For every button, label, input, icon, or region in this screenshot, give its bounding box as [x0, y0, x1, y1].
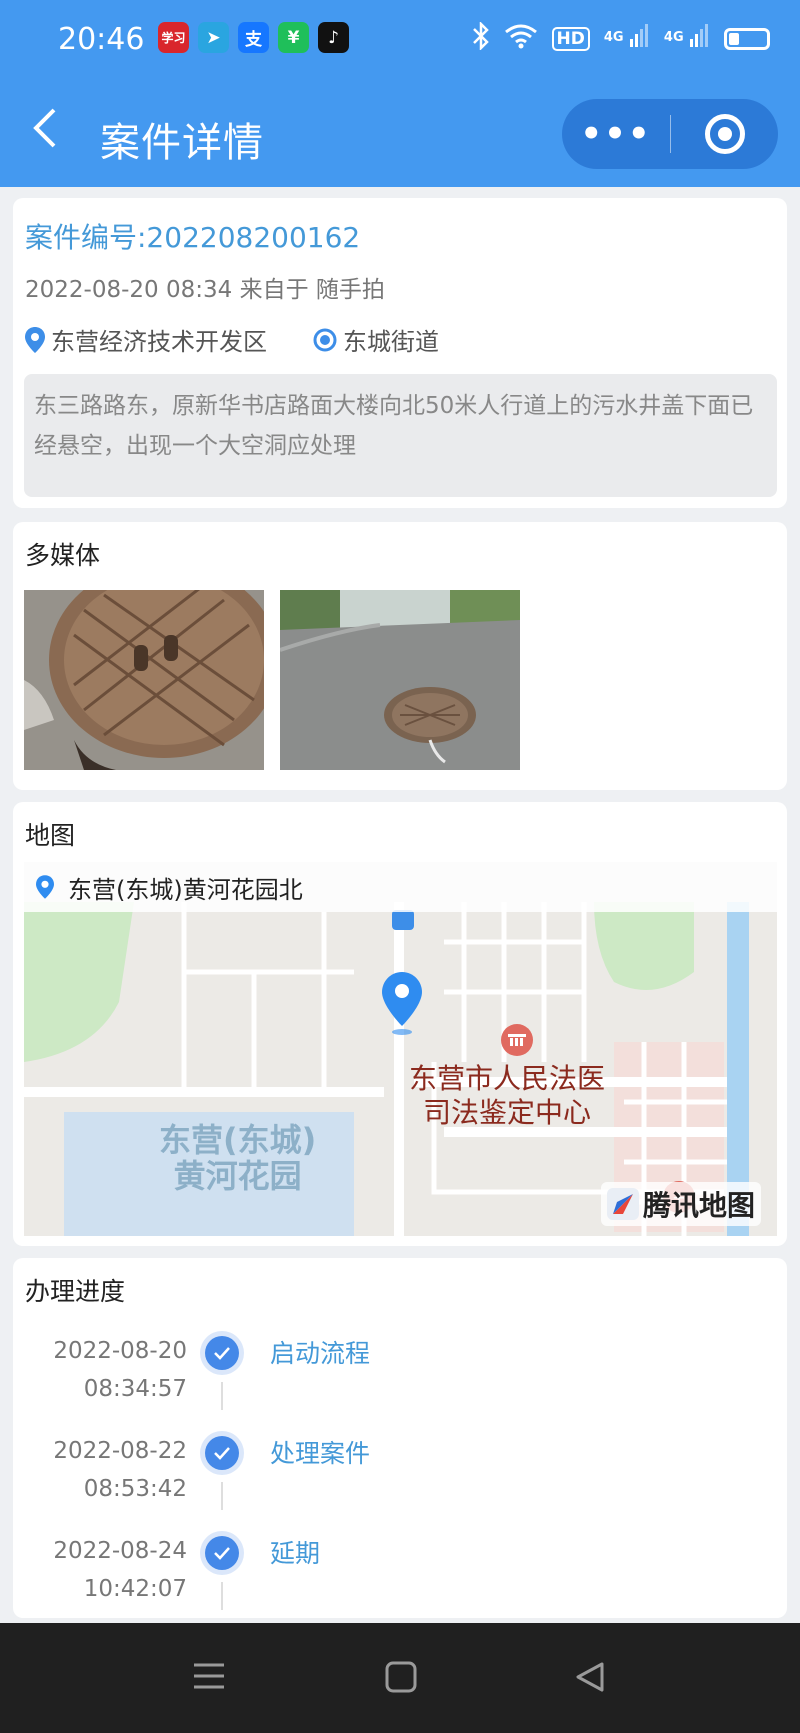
map-poi-label: 东营市人民法医 司法鉴定中心 — [409, 1062, 606, 1129]
district-tag: 东营经济技术开发区 — [25, 322, 267, 357]
step-datetime: 2022-08-22 08:53:42 — [53, 1438, 187, 1502]
case-info-card: 案件编号:202208200162 2022-08-20 08:34 来自于 随… — [13, 198, 787, 508]
photo-manhole-road[interactable] — [280, 590, 520, 770]
location-pin-icon — [25, 326, 45, 353]
wifi-icon — [504, 23, 538, 54]
page-title: 案件详情 — [100, 120, 264, 166]
system-navigation-bar — [0, 1623, 800, 1733]
signal-icon-2: 4G — [664, 23, 710, 54]
progress-step: 2022-08-24 10:42:07 延期 — [13, 1532, 787, 1632]
progress-title: 办理进度 — [25, 1277, 126, 1306]
close-miniprogram-icon[interactable] — [671, 114, 778, 154]
miniprogram-capsule: ••• — [562, 99, 778, 169]
media-card: 多媒体 — [13, 522, 787, 790]
step-label: 延期 — [270, 1539, 321, 1568]
location-row: 东营经济技术开发区 东城街道 — [25, 322, 439, 357]
progress-step: 2022-08-22 08:53:42 处理案件 — [13, 1432, 787, 1532]
step-datetime: 2022-08-24 10:42:07 — [53, 1538, 187, 1602]
tiktok-app-icon: ♪ — [318, 22, 349, 53]
signal-icon-1: 4G — [604, 23, 650, 54]
notification-app-icons: 学习 ➤ 支 ¥ ♪ — [158, 22, 349, 53]
progress-step: 2022-08-20 08:34:57 启动流程 — [13, 1332, 787, 1432]
map-graphic: + — [24, 862, 777, 1236]
back-nav-icon[interactable] — [575, 1661, 605, 1697]
location-target-icon — [313, 328, 337, 351]
map-card: 地图 东营(东城)黄河花园北 东营市人民法医 司法鉴定中心 东营(东城) 黄河花… — [13, 802, 787, 1246]
map-title: 地图 — [25, 821, 76, 850]
hd-voice-icon: HD — [551, 26, 590, 51]
case-number: 案件编号:202208200162 — [25, 221, 361, 254]
header: 20:46 学习 ➤ 支 ¥ ♪ HD 4G 4G 案件详情 ••• — [0, 0, 800, 187]
step-datetime: 2022-08-20 08:34:57 — [53, 1338, 187, 1402]
status-time: 20:46 — [58, 22, 145, 57]
alipay-app-icon: 支 — [238, 22, 269, 53]
bluetooth-icon — [472, 20, 490, 55]
step-label: 处理案件 — [270, 1439, 371, 1468]
check-icon — [205, 1536, 239, 1570]
map-view[interactable]: + 东营(东城)黄河花园北 东营市人民法医 司法鉴定中心 东营(东城) 黄河花园… — [24, 862, 777, 1236]
menu-icon[interactable] — [192, 1661, 226, 1695]
progress-card: 办理进度 2022-08-20 08:34:57 启动流程 2022-08-22… — [13, 1258, 787, 1618]
timeline-connector — [221, 1582, 223, 1610]
district-label: 东营经济技术开发区 — [51, 328, 267, 356]
wechat-pay-app-icon: ¥ — [278, 22, 309, 53]
navbar: 案件详情 ••• — [0, 88, 800, 184]
timeline-connector — [221, 1482, 223, 1510]
home-icon[interactable] — [385, 1661, 417, 1697]
case-meta: 2022-08-20 08:34 来自于 随手拍 — [25, 277, 385, 303]
map-area-label: 东营(东城) 黄河花园 — [159, 1121, 317, 1195]
more-icon[interactable]: ••• — [562, 114, 670, 154]
tencent-map-logo: 腾讯地图 — [600, 1182, 761, 1226]
timeline-connector — [221, 1382, 223, 1410]
media-title: 多媒体 — [25, 541, 101, 570]
battery-icon — [724, 27, 770, 50]
photo-manhole-closeup[interactable] — [24, 590, 264, 770]
telegram-app-icon: ➤ — [198, 22, 229, 53]
xuexi-app-icon: 学习 — [158, 22, 189, 53]
location-pin-icon — [36, 875, 54, 899]
street-label: 东城街道 — [343, 328, 439, 356]
check-icon — [205, 1336, 239, 1370]
status-indicators: HD 4G 4G — [472, 20, 770, 55]
back-icon[interactable] — [30, 106, 60, 158]
status-bar: 20:46 学习 ➤ 支 ¥ ♪ HD 4G 4G — [0, 0, 800, 80]
map-location-label: 东营(东城)黄河花园北 — [68, 875, 303, 904]
tencent-map-icon — [606, 1188, 639, 1220]
street-tag: 东城街道 — [313, 322, 439, 357]
map-location-bar: 东营(东城)黄河花园北 — [24, 862, 777, 912]
case-description: 东三路路东，原新华书店路面大楼向北50米人行道上的污水井盖下面已经悬空，出现一个… — [24, 374, 777, 497]
check-icon — [205, 1436, 239, 1470]
step-label: 启动流程 — [270, 1339, 371, 1368]
